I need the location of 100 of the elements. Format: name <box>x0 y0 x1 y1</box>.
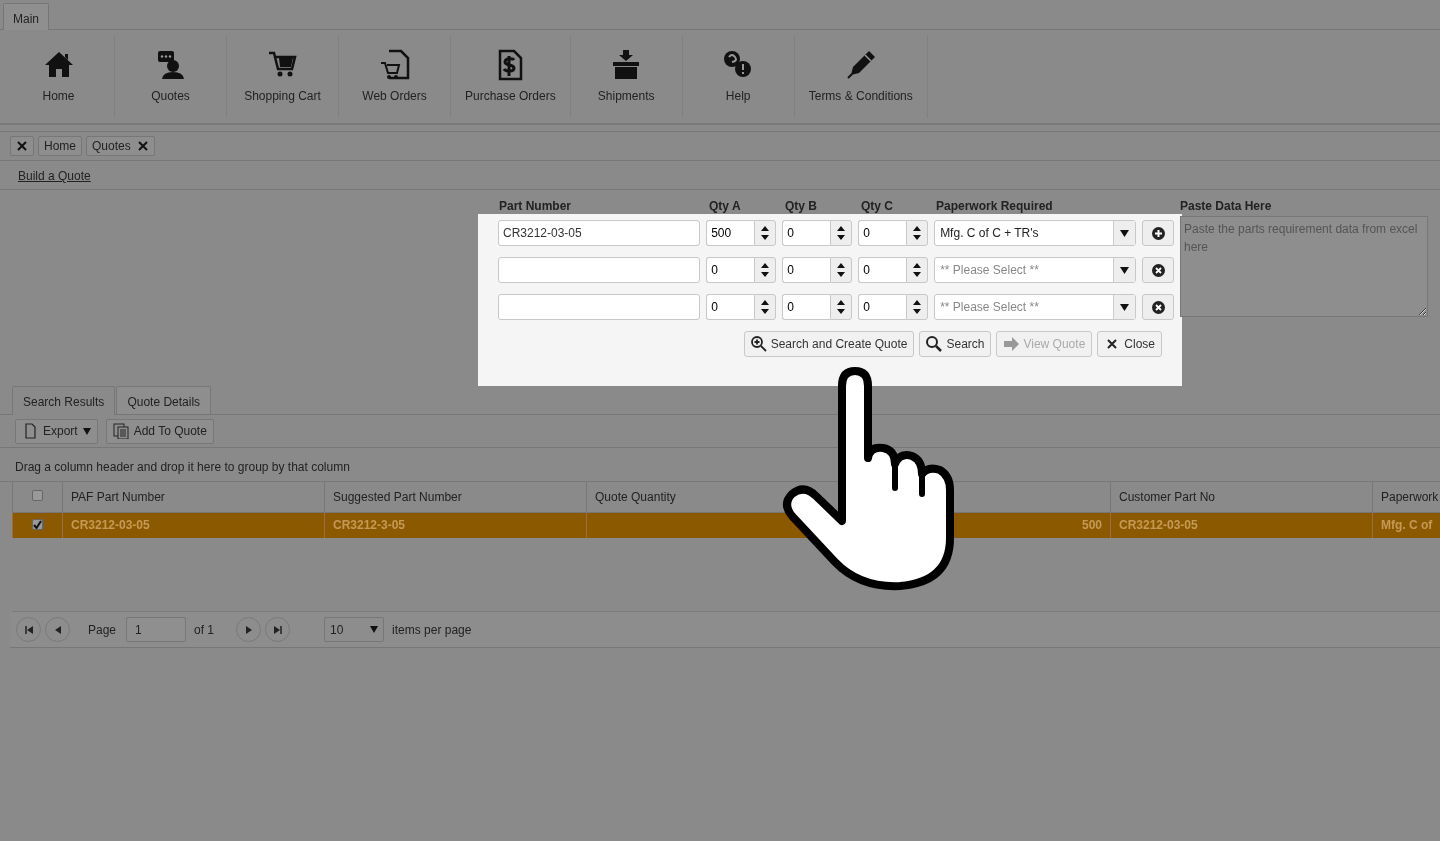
remove-row-button[interactable] <box>1142 257 1174 283</box>
last-page-icon <box>273 625 282 634</box>
column-label: Qty A <box>709 200 742 212</box>
part-number-field[interactable] <box>498 294 701 320</box>
spinner-arrows-icon <box>913 263 922 277</box>
ribbon-button[interactable]: Quotes <box>115 35 227 118</box>
spinner-arrows-icon <box>837 300 846 314</box>
plus-circle-icon <box>1151 226 1165 240</box>
column-label: Qty B <box>785 200 818 212</box>
spinner-button[interactable] <box>754 257 777 283</box>
paste-label: Paste Data Here <box>1180 200 1273 212</box>
document-icon <box>22 423 38 439</box>
page-tab[interactable]: Home <box>38 136 82 156</box>
quantity-field[interactable]: 500 <box>706 220 755 246</box>
menu-tab[interactable]: Main <box>3 3 49 30</box>
search-icon <box>926 336 943 352</box>
results-tab[interactable]: Quote Details <box>116 386 212 414</box>
previous-page-icon <box>53 625 62 634</box>
remove-row-button[interactable] <box>1142 294 1174 320</box>
quantity-field[interactable]: 0 <box>706 294 755 320</box>
page-number-field[interactable]: 1 <box>126 617 187 642</box>
spinner-arrows-icon <box>761 300 770 314</box>
next-page-icon <box>244 625 253 634</box>
row-checkbox[interactable] <box>32 519 43 531</box>
column-label: Part Number <box>499 200 573 212</box>
spinner-button[interactable] <box>830 257 853 283</box>
paperwork-dropdown[interactable]: Mfg. C of C + TR's <box>934 220 1137 246</box>
select-all-checkbox[interactable] <box>32 489 43 501</box>
paperwork-dropdown[interactable]: ** Please Select ** <box>934 294 1137 320</box>
toolbar-button[interactable]: Add To Quote <box>105 418 214 444</box>
quantity-field[interactable]: 0 <box>782 257 831 283</box>
caret-down-icon <box>1120 303 1130 311</box>
ribbon-button[interactable]: Terms & Conditions <box>794 35 928 118</box>
spinner-arrows-icon <box>913 300 922 314</box>
quantity-field[interactable]: 0 <box>858 220 907 246</box>
table-cell: CR3212-3-05 <box>324 512 587 538</box>
table-cell: CR3212-03-05 <box>62 512 325 538</box>
ribbon-button[interactable]: Shipments <box>570 35 683 118</box>
items-per-page-label: items per page <box>392 621 472 639</box>
quantity-field[interactable]: 0 <box>858 294 907 320</box>
part-number-field[interactable] <box>498 257 701 283</box>
paperwork-dropdown[interactable]: ** Please Select ** <box>934 257 1137 283</box>
close-icon <box>16 140 28 152</box>
spinner-arrows-icon <box>761 226 770 240</box>
table-cell: Mfg. C of <box>1372 512 1440 538</box>
zoom-in-icon <box>750 336 767 352</box>
action-button[interactable]: Search <box>919 331 992 357</box>
ribbon-button[interactable]: Shopping Cart <box>227 35 339 118</box>
quantity-field[interactable]: 0 <box>782 294 831 320</box>
spinner-arrows-icon <box>837 263 846 277</box>
build-quote-link[interactable]: Build a Quote <box>0 163 1440 190</box>
document-cart-icon <box>378 48 411 81</box>
ribbon-button[interactable]: Home <box>3 35 115 118</box>
spinner-button[interactable] <box>754 220 777 246</box>
column-header[interactable]: PAF Part Number <box>62 482 325 512</box>
caret-down-icon <box>1120 229 1130 237</box>
ribbon-button[interactable]: Help <box>682 35 795 118</box>
page-label: Page <box>88 621 117 639</box>
table-cell: CR3212-03-05 <box>1110 512 1373 538</box>
column-label: Qty C <box>861 200 894 212</box>
part-number-field[interactable]: CR3212-03-05 <box>498 220 701 246</box>
close-circle-icon <box>1151 300 1165 314</box>
column-header[interactable]: Customer Part No <box>1110 482 1373 512</box>
page-tab-label[interactable]: Quotes <box>92 137 131 155</box>
results-tab[interactable]: Search Results <box>12 386 116 415</box>
toolbar-button[interactable]: Export <box>15 418 98 444</box>
arrow-right-icon <box>1003 336 1020 352</box>
ribbon-button[interactable]: Web Orders <box>339 35 451 118</box>
ribbon-button[interactable]: Purchase Orders <box>451 35 571 118</box>
paste-data-field[interactable]: Paste the parts requirement data from excel here <box>1180 216 1428 317</box>
column-header[interactable]: Paperwork <box>1372 482 1440 512</box>
page-tab[interactable]: Quotes <box>86 136 155 156</box>
first-page-button[interactable] <box>16 617 41 642</box>
close-all-button[interactable] <box>10 136 34 156</box>
spinner-button[interactable] <box>754 294 777 320</box>
column-label: Paperwork Required <box>936 200 1054 212</box>
next-page-button[interactable] <box>236 617 262 642</box>
caret-down-icon <box>1120 266 1130 274</box>
spinner-arrows-icon <box>761 263 770 277</box>
quantity-field[interactable]: 0 <box>706 257 755 283</box>
spinner-button[interactable] <box>830 294 853 320</box>
spinner-button[interactable] <box>906 294 929 320</box>
page-size-dropdown[interactable]: 10 <box>324 617 385 642</box>
quantity-field[interactable]: 0 <box>858 257 907 283</box>
page-tab-label[interactable]: Home <box>44 137 76 155</box>
quantity-field[interactable]: 0 <box>782 220 831 246</box>
spinner-arrows-icon <box>837 226 846 240</box>
close-circle-icon <box>1151 263 1165 277</box>
check-icon <box>33 520 42 530</box>
spinner-button[interactable] <box>830 220 853 246</box>
previous-page-button[interactable] <box>45 617 70 642</box>
last-page-button[interactable] <box>265 617 291 642</box>
action-button[interactable]: Search and Create Quote <box>743 331 915 357</box>
first-page-icon <box>24 625 33 634</box>
spinner-button[interactable] <box>906 257 929 283</box>
action-button[interactable]: Close <box>1097 331 1162 357</box>
column-header[interactable]: Suggested Part Number <box>324 482 587 512</box>
spinner-button[interactable] <box>906 220 929 246</box>
add-row-button[interactable] <box>1142 220 1174 246</box>
spinner-arrows-icon <box>913 226 922 240</box>
